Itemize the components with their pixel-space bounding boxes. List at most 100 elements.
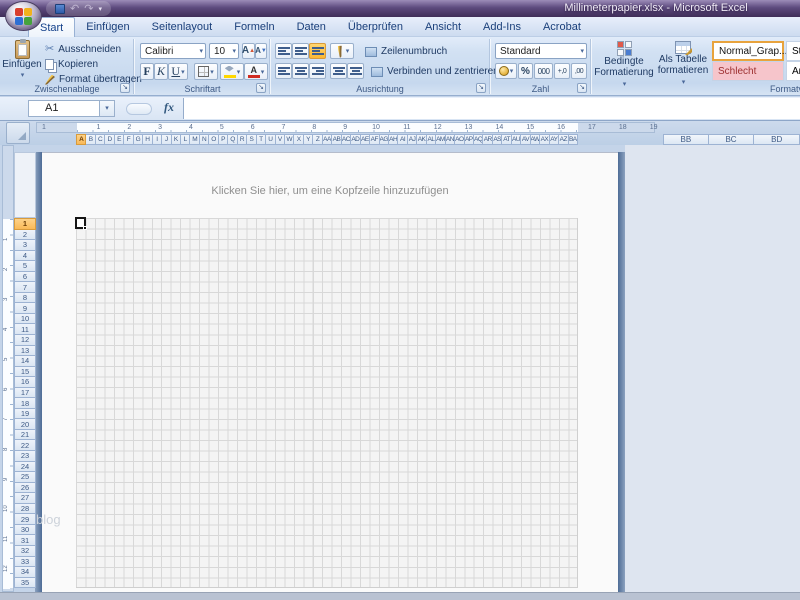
column-header[interactable]: B (86, 134, 95, 145)
ribbon-tab[interactable]: Formeln (223, 17, 285, 37)
column-header[interactable]: A (76, 134, 86, 145)
ribbon-tab[interactable]: Daten (286, 17, 337, 37)
column-header[interactable]: AF (370, 134, 379, 145)
column-header[interactable]: M (190, 134, 199, 145)
column-header[interactable]: AJ (408, 134, 417, 145)
redo-icon[interactable]: ↷ (84, 4, 93, 14)
font-dialog-launcher[interactable]: ↘ (256, 83, 266, 93)
font-family-dropdown-icon[interactable]: ▾ (199, 47, 203, 55)
column-header[interactable]: BD (754, 134, 800, 145)
orientation-button[interactable]: ▾ (330, 43, 354, 59)
increase-indent-button[interactable] (347, 63, 364, 79)
row-header[interactable]: 2 (14, 230, 36, 241)
column-header[interactable]: AN (446, 134, 455, 145)
column-header[interactable]: BA (569, 134, 578, 145)
row-header[interactable]: 18 (14, 398, 36, 409)
column-header[interactable]: F (124, 134, 133, 145)
column-header[interactable]: Y (304, 134, 313, 145)
column-header[interactable]: P (219, 134, 228, 145)
merge-center-button[interactable]: Verbinden und zentrieren ▾ (369, 64, 507, 79)
column-header[interactable]: L (181, 134, 190, 145)
column-header[interactable]: Z (313, 134, 322, 145)
bold-button[interactable]: F (140, 63, 154, 80)
row-header[interactable]: 10 (14, 314, 36, 325)
row-header[interactable]: 20 (14, 419, 36, 430)
paste-dropdown-icon[interactable]: ▾ (21, 70, 25, 81)
paste-button[interactable]: Einfügen ▾ (4, 40, 40, 81)
column-header[interactable]: AQ (474, 134, 483, 145)
row-header[interactable]: 11 (14, 324, 36, 335)
row-header[interactable]: 1 (14, 218, 36, 230)
select-all-button[interactable] (6, 122, 30, 144)
fill-color-dropdown-icon[interactable]: ▾ (237, 68, 241, 76)
column-header[interactable]: D (105, 134, 114, 145)
row-header[interactable]: 23 (14, 451, 36, 462)
column-header[interactable]: AH (389, 134, 398, 145)
row-header[interactable]: 32 (14, 546, 36, 557)
qat-dropdown-icon[interactable]: ▾ (98, 5, 102, 13)
save-icon[interactable] (55, 4, 65, 14)
format-as-table-button[interactable]: Als Tabelle formatieren ▾ (656, 41, 710, 88)
style-cut-top[interactable]: St (786, 41, 800, 61)
column-header[interactable]: AS (493, 134, 502, 145)
row-header[interactable]: 22 (14, 440, 36, 451)
column-header[interactable]: G (134, 134, 143, 145)
page-header-placeholder[interactable]: Klicken Sie hier, um eine Kopfzeile hinz… (42, 185, 618, 197)
percent-button[interactable]: % (518, 63, 533, 79)
column-header[interactable]: AA (323, 134, 332, 145)
column-header[interactable]: AZ (559, 134, 568, 145)
font-color-button[interactable]: A ▾ (244, 63, 268, 80)
font-family-combo[interactable]: Calibri ▾ (140, 43, 206, 59)
column-header[interactable]: Q (228, 134, 237, 145)
align-bottom-button[interactable] (309, 43, 326, 59)
font-size-dropdown-icon[interactable]: ▾ (232, 47, 236, 55)
column-header[interactable]: J (162, 134, 171, 145)
align-middle-button[interactable] (292, 43, 309, 59)
row-header[interactable]: 28 (14, 504, 36, 515)
column-header[interactable]: AO (455, 134, 464, 145)
style-schlecht[interactable]: Schlecht (712, 61, 784, 81)
ribbon-tab[interactable]: Ansicht (414, 17, 472, 37)
decrease-indent-button[interactable] (330, 63, 347, 79)
ribbon-tab[interactable]: Einfügen (75, 17, 140, 37)
column-header[interactable]: AW (531, 134, 540, 145)
borders-button[interactable]: ▾ (194, 63, 218, 80)
column-header[interactable]: AX (540, 134, 549, 145)
row-header[interactable]: 25 (14, 472, 36, 483)
column-header[interactable]: V (276, 134, 285, 145)
column-header[interactable]: AM (436, 134, 445, 145)
row-header[interactable]: 34 (14, 567, 36, 578)
row-header[interactable]: 21 (14, 430, 36, 441)
column-header[interactable]: E (115, 134, 124, 145)
row-header[interactable]: 16 (14, 377, 36, 388)
column-header[interactable]: W (285, 134, 294, 145)
row-header[interactable]: 15 (14, 367, 36, 378)
column-header[interactable]: AV (521, 134, 530, 145)
shrink-font-button[interactable]: A▼ (255, 43, 267, 59)
row-header[interactable]: 3 (14, 240, 36, 251)
alignment-dialog-launcher[interactable]: ↘ (476, 83, 486, 93)
column-header[interactable]: AC (342, 134, 351, 145)
row-header[interactable]: 26 (14, 483, 36, 494)
row-header[interactable]: 24 (14, 462, 36, 473)
row-header[interactable]: 17 (14, 388, 36, 399)
currency-dropdown-icon[interactable]: ▾ (510, 67, 514, 75)
formula-input[interactable] (183, 98, 800, 119)
row-header[interactable]: 8 (14, 293, 36, 304)
italic-button[interactable]: K (154, 63, 168, 80)
ribbon-tab[interactable]: Überprüfen (337, 17, 414, 37)
column-header[interactable]: K (172, 134, 181, 145)
column-header[interactable]: AE (361, 134, 370, 145)
column-header[interactable]: AP (465, 134, 474, 145)
cut-button[interactable]: ✂ Ausschneiden (43, 42, 142, 57)
borders-dropdown-icon[interactable]: ▾ (210, 68, 214, 76)
number-dialog-launcher[interactable]: ↘ (577, 83, 587, 93)
column-header[interactable]: R (238, 134, 247, 145)
conditional-formatting-button[interactable]: Bedingte Formatierung ▾ (594, 41, 654, 90)
underline-dropdown-icon[interactable]: ▾ (181, 68, 185, 76)
column-header[interactable]: BB (663, 134, 709, 145)
row-header[interactable]: 13 (14, 346, 36, 357)
orientation-dropdown-icon[interactable]: ▾ (346, 47, 350, 55)
row-header[interactable]: 5 (14, 261, 36, 272)
insert-function-button[interactable]: fx (158, 100, 180, 117)
